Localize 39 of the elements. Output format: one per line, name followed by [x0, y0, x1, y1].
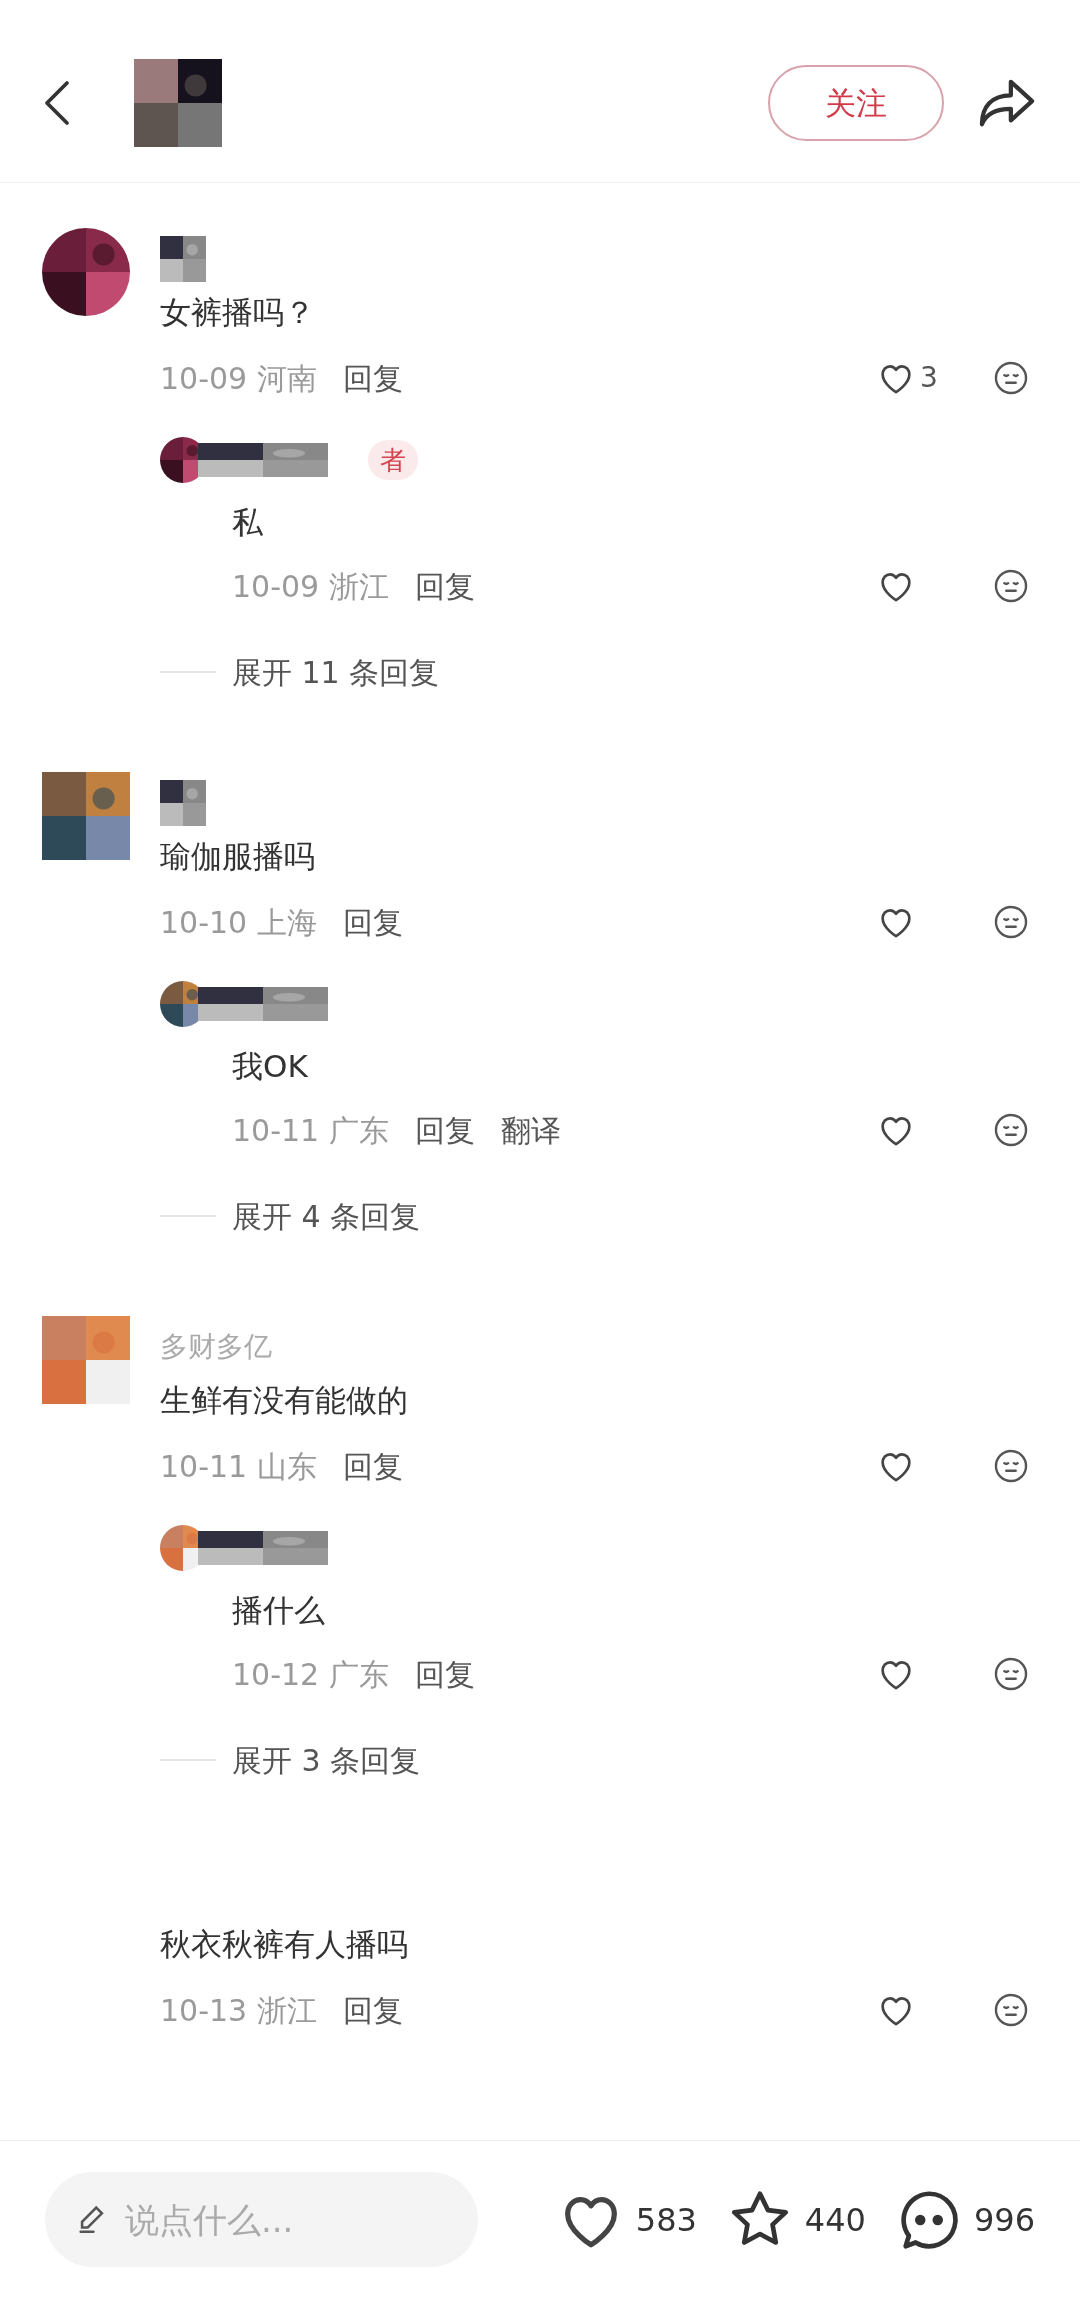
- comment-input-field[interactable]: 说点什么...: [45, 2172, 478, 2267]
- comment-date-location: 10-10 上海: [160, 903, 317, 942]
- expand-replies-button[interactable]: 展开 11 条回复: [232, 649, 440, 695]
- face-icon[interactable]: [992, 903, 1030, 941]
- expand-replies-button[interactable]: 展开 3 条回复: [232, 1737, 421, 1783]
- comment-action-link[interactable]: 回复: [414, 1107, 475, 1153]
- comment-action-link[interactable]: 翻译: [500, 1107, 561, 1153]
- face-icon[interactable]: [992, 1655, 1030, 1693]
- like-count: 583: [635, 2199, 697, 2241]
- reply-text: 私: [232, 503, 264, 542]
- expand-replies-button[interactable]: 展开 4 条回复: [232, 1193, 421, 1239]
- like-count: 3: [920, 360, 938, 396]
- face-icon[interactable]: [992, 567, 1030, 605]
- comment-count: 996: [973, 2199, 1035, 2241]
- face-icon[interactable]: [992, 1111, 1030, 1149]
- comment-date-location: 10-09 浙江: [232, 567, 389, 606]
- comment-action-link[interactable]: 回复: [342, 355, 403, 401]
- comment-action-link[interactable]: 回复: [342, 1443, 403, 1489]
- comment-action-link[interactable]: 回复: [342, 899, 403, 945]
- face-icon[interactable]: [992, 359, 1030, 397]
- comment-date-location: 10-11 山东: [160, 1447, 317, 1486]
- favorite-count: 440: [804, 2199, 866, 2241]
- comment-date-location: 10-11 广东: [232, 1111, 389, 1150]
- comment-action-link[interactable]: 回复: [342, 1987, 403, 2033]
- reply-text: 播什么: [232, 1591, 326, 1630]
- follow-button[interactable]: 关注: [768, 65, 944, 141]
- reply-text: 我OK: [232, 1047, 309, 1086]
- comment-date-location: 10-09 河南: [160, 359, 317, 398]
- face-icon[interactable]: [992, 1447, 1030, 1485]
- comment-text: 瑜伽服播吗: [160, 837, 316, 876]
- comment-action-link[interactable]: 回复: [414, 1651, 475, 1697]
- comment-date-location: 10-12 广东: [232, 1655, 389, 1694]
- comment-text: 生鲜有没有能做的: [160, 1381, 409, 1420]
- comment-text: 女裤播吗？: [160, 293, 316, 332]
- face-icon[interactable]: [992, 1991, 1030, 2029]
- comment-action-link[interactable]: 回复: [414, 563, 475, 609]
- author-badge: 者: [368, 440, 418, 480]
- comment-text: 秋衣秋裤有人播吗: [160, 1925, 409, 1964]
- comment-date-location: 10-13 浙江: [160, 1991, 317, 2030]
